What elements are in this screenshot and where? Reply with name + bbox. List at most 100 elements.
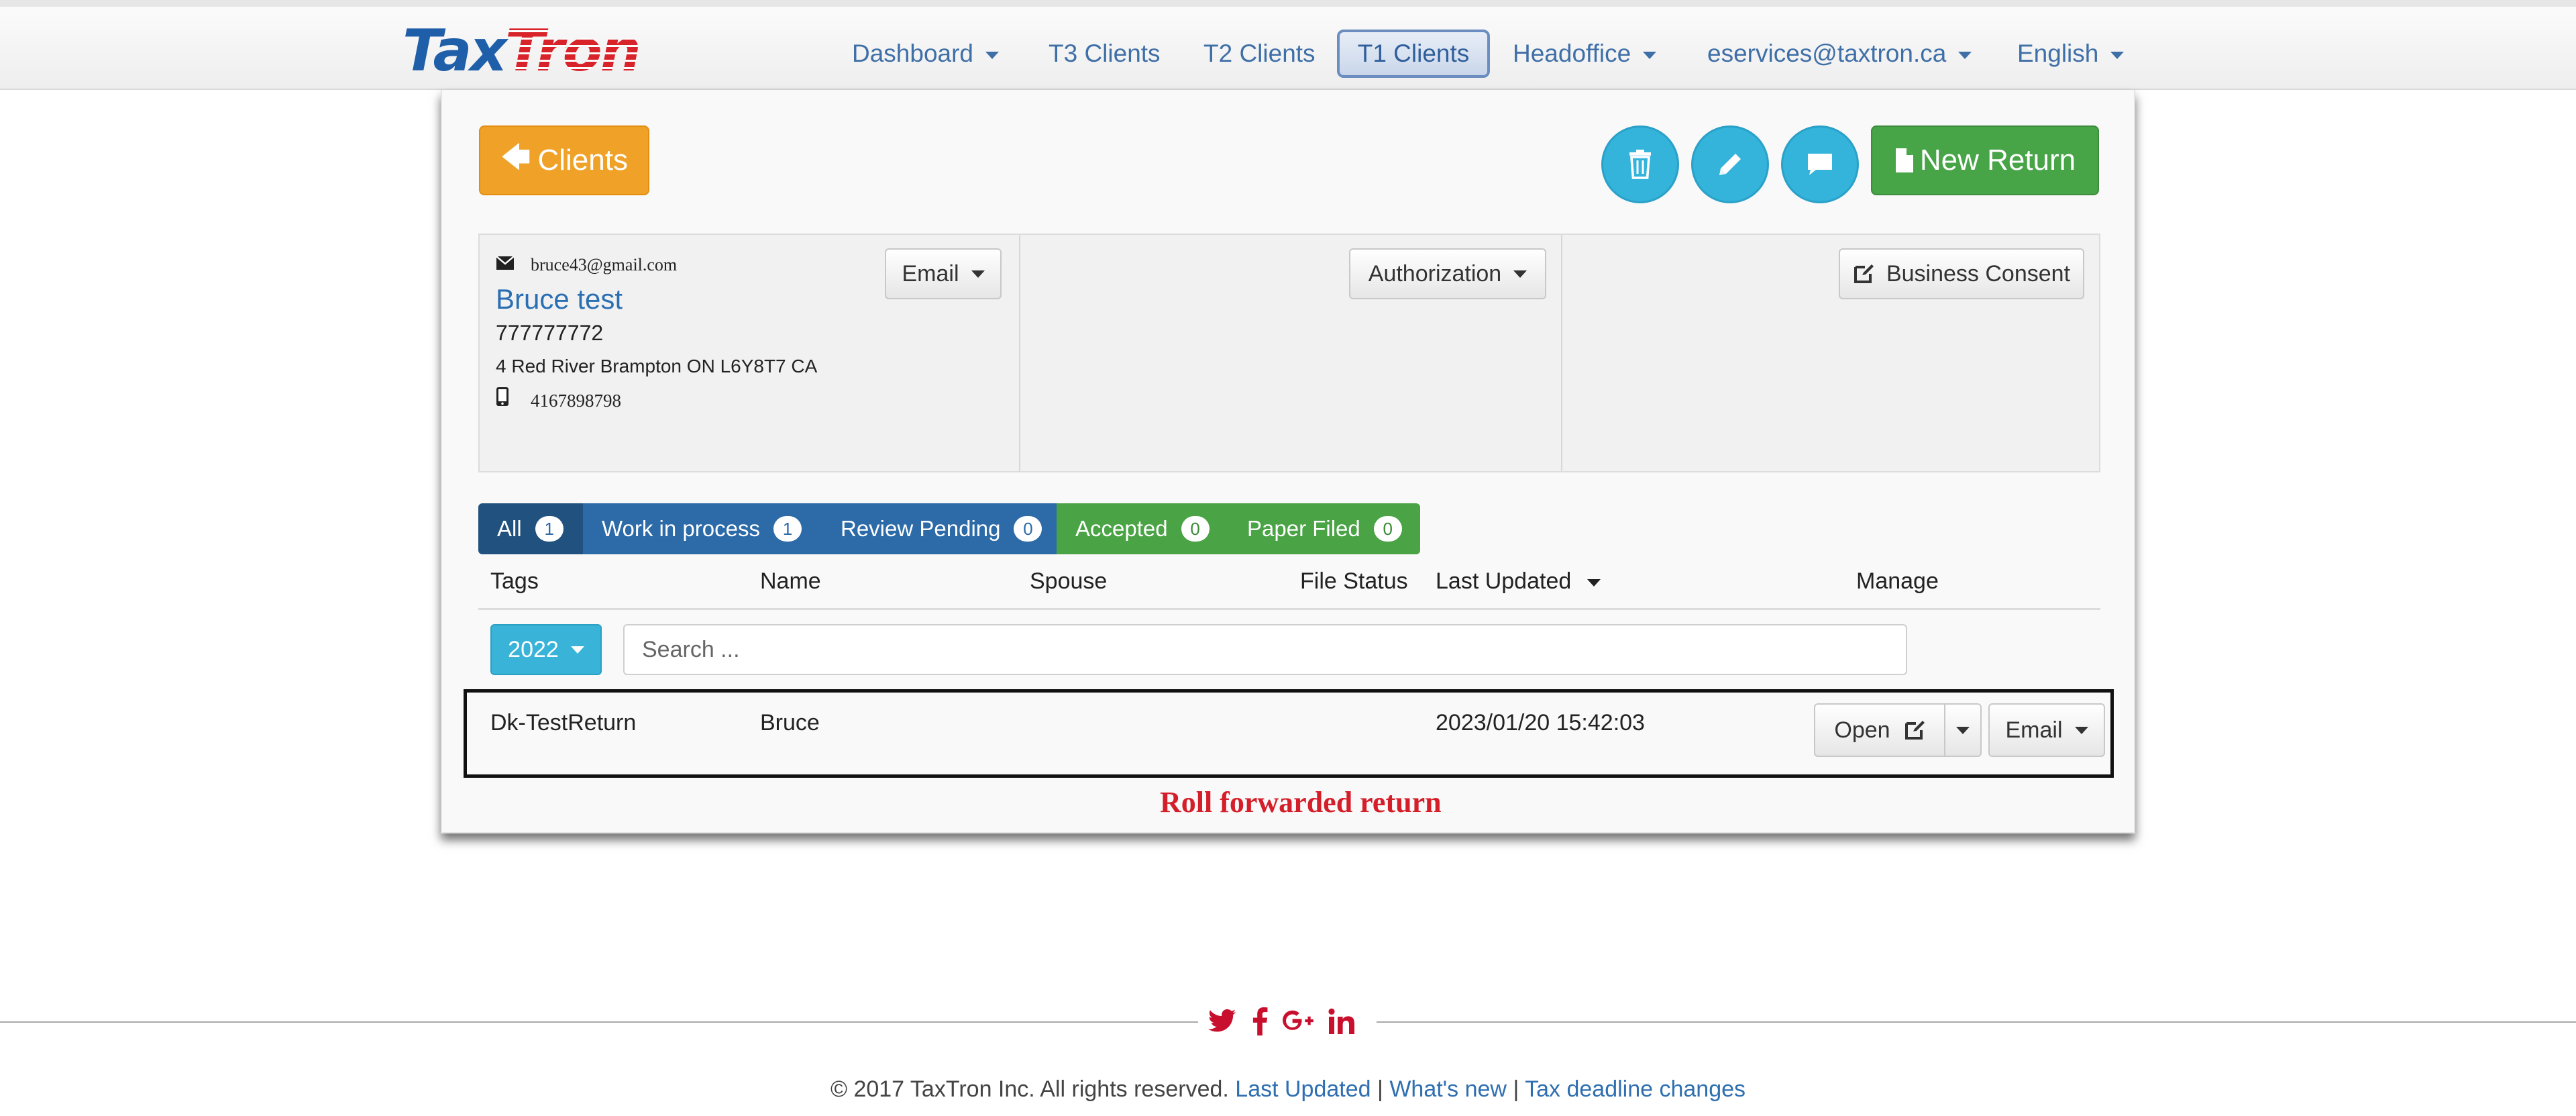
nav-language-label: English: [2017, 40, 2099, 67]
edit-square-icon: [1854, 264, 1874, 283]
linkedin-icon[interactable]: [1328, 1008, 1355, 1035]
open-options-dropdown[interactable]: [1944, 703, 1982, 757]
roll-forward-annotation: Roll forwarded return: [1160, 786, 1442, 819]
trash-icon: [1629, 150, 1651, 179]
nav-t3-clients-label: T3 Clients: [1049, 40, 1161, 67]
chevron-down-icon: [1513, 270, 1527, 278]
nav-account[interactable]: eservices@taxtron.ca: [1707, 30, 1972, 78]
client-sin: 777777772: [496, 321, 604, 345]
nav-headoffice[interactable]: Headoffice: [1513, 30, 1657, 78]
filter-paper-filed-label: Paper Filed: [1247, 516, 1360, 541]
header-divider: [478, 608, 2100, 610]
client-email: bruce43@gmail.com: [531, 255, 678, 274]
delete-client-button[interactable]: [1601, 125, 1679, 203]
authorization-button-label: Authorization: [1368, 260, 1502, 287]
client-contact-column: bruce43@gmail.com Bruce test 777777772 4…: [480, 235, 1019, 471]
column-header-manage: Manage: [1856, 568, 1939, 594]
client-phone-row: 4167898798: [496, 387, 621, 411]
back-to-clients-label: Clients: [537, 144, 628, 176]
filter-work-in-process-label: Work in process: [602, 516, 760, 541]
back-to-clients-button[interactable]: 🡄 Clients: [479, 125, 649, 195]
client-name[interactable]: Bruce test: [496, 283, 623, 315]
search-input[interactable]: [623, 624, 1907, 675]
client-phone: 4167898798: [531, 391, 621, 411]
chevron-down-icon: [971, 270, 985, 278]
chevron-down-icon: [1956, 726, 1970, 734]
year-select-label: 2022: [508, 636, 559, 662]
filter-paper-filed[interactable]: Paper Filed 0: [1228, 503, 1420, 554]
nav-t2-clients-label: T2 Clients: [1203, 40, 1316, 67]
twitter-icon[interactable]: [1208, 1008, 1237, 1035]
footer-link-whats-new[interactable]: What's new: [1389, 1076, 1507, 1102]
footer-divider-left: [0, 1021, 1198, 1023]
envelope-icon: [496, 255, 516, 275]
file-icon: [1895, 148, 1913, 172]
filter-review-pending[interactable]: Review Pending 0: [822, 503, 1057, 554]
arrow-left-icon: 🡄: [500, 140, 531, 174]
filter-work-in-process[interactable]: Work in process 1: [583, 503, 822, 554]
copyright-text: © 2017 TaxTron Inc. All rights reserved.: [830, 1076, 1229, 1102]
nav-t1-clients[interactable]: T1 Clients: [1337, 30, 1490, 78]
client-email-button[interactable]: Email: [885, 248, 1002, 299]
edit-square-icon: [1904, 721, 1925, 740]
column-header-name[interactable]: Name: [760, 568, 821, 595]
client-info-box: bruce43@gmail.com Bruce test 777777772 4…: [478, 234, 2100, 472]
year-select-button[interactable]: 2022: [490, 624, 602, 675]
chevron-down-icon: [2074, 726, 2088, 734]
nav-dashboard[interactable]: Dashboard: [852, 30, 1000, 78]
table-row[interactable]: Dk-TestReturn Bruce 2023/01/20 15:42:03 …: [464, 689, 2114, 778]
nav-account-label: eservices@taxtron.ca: [1707, 40, 1947, 67]
nav-t2-clients[interactable]: T2 Clients: [1203, 30, 1316, 78]
business-consent-label: Business Consent: [1886, 260, 2071, 287]
filter-review-pending-label: Review Pending: [841, 516, 1001, 541]
client-panel: 🡄 Clients New Return bruce43@gmail.com B…: [441, 90, 2135, 833]
open-return-button[interactable]: Open: [1814, 703, 1945, 757]
chevron-down-icon: [1643, 51, 1657, 59]
google-plus-icon[interactable]: [1283, 1007, 1313, 1035]
footer-copyright: © 2017 TaxTron Inc. All rights reserved.…: [0, 1076, 2576, 1103]
filter-review-pending-count: 0: [1014, 516, 1042, 542]
filter-paper-filed-count: 0: [1373, 516, 1402, 542]
column-header-tags[interactable]: Tags: [490, 568, 539, 595]
row-email-label: Email: [2005, 717, 2063, 743]
authorization-button[interactable]: Authorization: [1349, 248, 1546, 299]
return-status-filters: All 1 Work in process 1 Review Pending 0 Ac…: [478, 503, 1420, 554]
row-name: Bruce: [760, 710, 820, 735]
row-tags: Dk-TestReturn: [490, 710, 637, 735]
nav-language[interactable]: English: [2017, 30, 2125, 78]
chevron-down-icon: [985, 51, 1000, 59]
filter-work-in-process-count: 1: [773, 516, 802, 542]
social-links: [1208, 1003, 1355, 1040]
footer-divider-right: [1377, 1021, 2576, 1023]
footer-separator: |: [1513, 1076, 1519, 1102]
filter-all-label: All: [497, 516, 522, 541]
business-consent-button[interactable]: Business Consent: [1839, 248, 2084, 299]
consent-column: Business Consent: [1562, 235, 2099, 471]
filter-accepted-label: Accepted: [1075, 516, 1168, 541]
facebook-icon[interactable]: [1252, 1007, 1268, 1035]
column-header-spouse[interactable]: Spouse: [1030, 568, 1107, 595]
top-navbar: TaxTron Dashboard T3 Clients T2 Clients …: [0, 0, 2576, 90]
edit-client-button[interactable]: [1691, 125, 1769, 203]
new-return-label: New Return: [1919, 144, 2076, 176]
new-return-button[interactable]: New Return: [1871, 125, 2099, 195]
client-address: 4 Red River Brampton ON L6Y8T7 CA: [496, 356, 818, 376]
footer-link-last-updated[interactable]: Last Updated: [1235, 1076, 1371, 1102]
message-client-button[interactable]: [1781, 125, 1859, 203]
authorization-column: Authorization: [1020, 235, 1561, 471]
column-header-last-updated[interactable]: Last Updated: [1436, 568, 1601, 595]
footer-separator: |: [1377, 1076, 1383, 1102]
filter-accepted[interactable]: Accepted 0: [1057, 503, 1228, 554]
mobile-phone-icon: [496, 387, 516, 411]
filter-all-count: 1: [535, 516, 564, 542]
pencil-icon: [1719, 154, 1741, 175]
filter-all[interactable]: All 1: [478, 503, 583, 554]
footer-link-tax-deadline[interactable]: Tax deadline changes: [1525, 1076, 1746, 1102]
chevron-down-icon: [1958, 51, 1972, 59]
nav-t3-clients[interactable]: T3 Clients: [1049, 30, 1161, 78]
column-header-last-updated-label: Last Updated: [1436, 568, 1572, 594]
column-header-file-status[interactable]: File Status: [1300, 568, 1408, 595]
client-email-row: bruce43@gmail.com: [496, 255, 677, 275]
row-email-button[interactable]: Email: [1988, 703, 2105, 757]
filter-accepted-count: 0: [1181, 516, 1210, 542]
